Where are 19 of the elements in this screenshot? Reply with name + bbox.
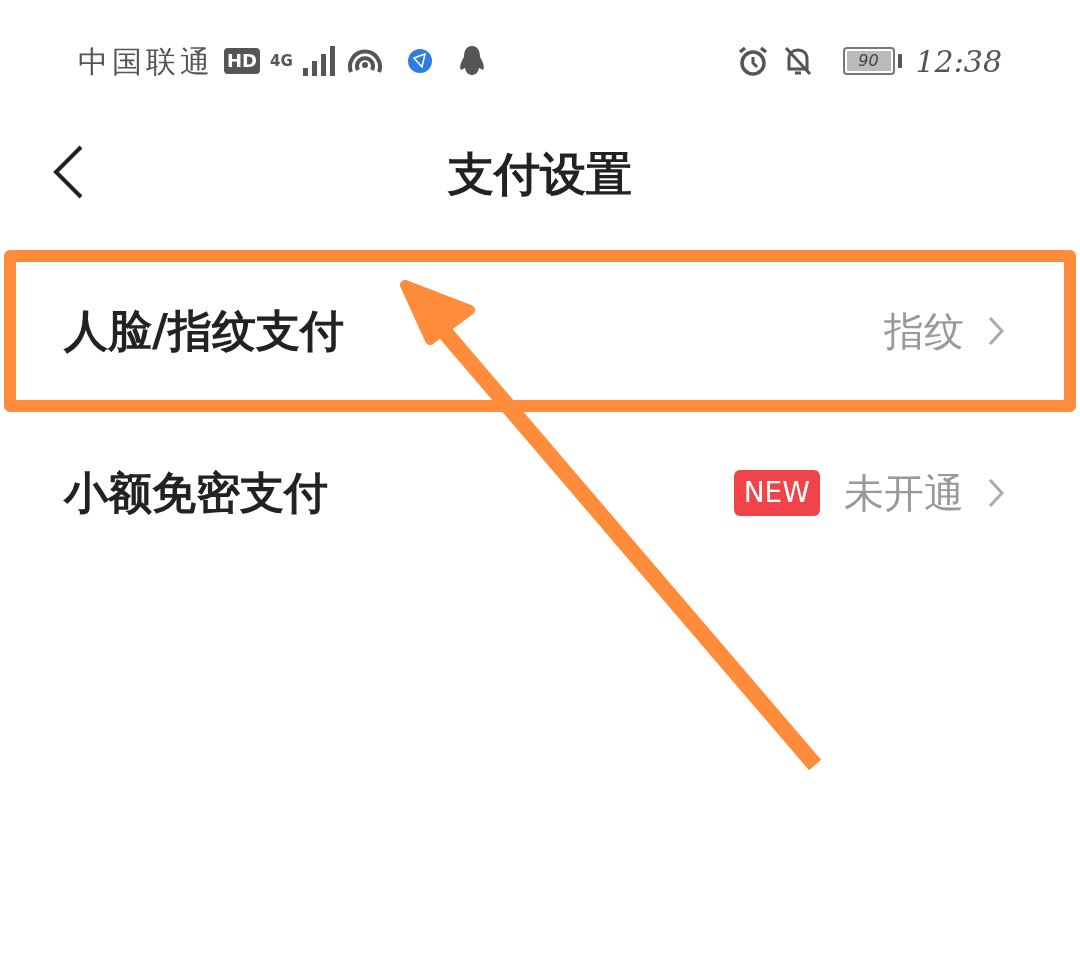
battery-level: 90 bbox=[846, 51, 891, 71]
back-icon bbox=[53, 145, 83, 199]
signal-icon bbox=[302, 46, 337, 76]
row-value: 未开通 bbox=[844, 469, 964, 518]
chevron-icon bbox=[988, 316, 1004, 346]
chevron-icon bbox=[988, 478, 1004, 508]
hd-icon: HD bbox=[224, 48, 260, 74]
network-label: 4G bbox=[270, 53, 293, 69]
row-label: 小额免密支付 bbox=[64, 466, 328, 520]
clock-time: 12:38 bbox=[915, 42, 1002, 81]
settings-row[interactable]: 人脸/指纹支付 指纹 bbox=[4, 250, 1076, 412]
row-value: 指纹 bbox=[884, 307, 964, 356]
page-title: 支付设置 bbox=[448, 145, 632, 203]
row-label: 人脸/指纹支付 bbox=[64, 304, 345, 358]
settings-row[interactable]: 小额免密支付 NEW 未开通 bbox=[4, 412, 1076, 574]
new-badge: NEW bbox=[733, 470, 820, 516]
mute-bell-icon bbox=[782, 45, 813, 77]
alarm-icon bbox=[736, 45, 769, 77]
carrier-name: 中国联通 bbox=[78, 42, 214, 81]
